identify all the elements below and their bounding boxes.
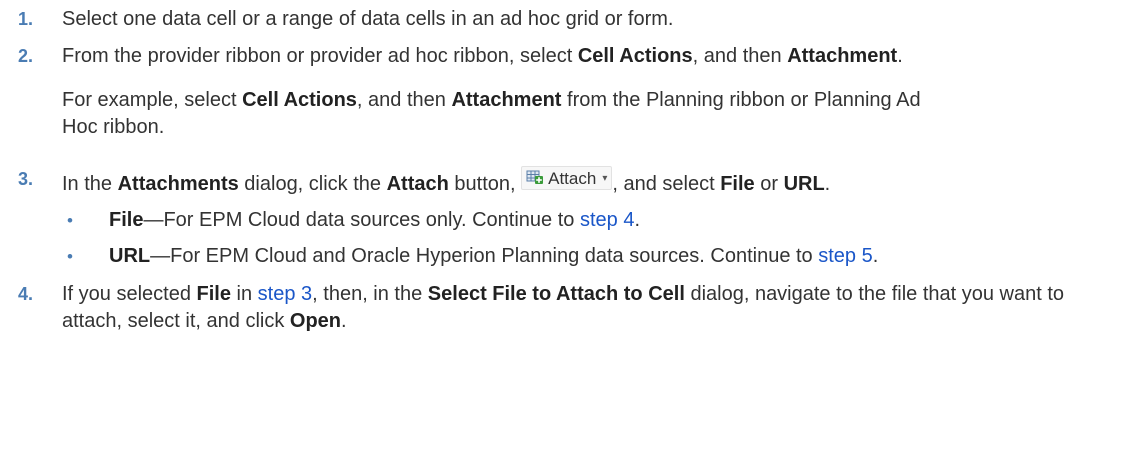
bold-term: Attachment bbox=[451, 89, 562, 111]
text-run: . bbox=[634, 209, 641, 231]
bullet-text: URL—For EPM Cloud and Oracle Hyperion Pl… bbox=[109, 245, 878, 267]
text-run: In the bbox=[62, 173, 118, 195]
bullet-marker: • bbox=[67, 247, 73, 266]
bold-term: File bbox=[109, 209, 144, 231]
document-page: 1. Select one data cell or a range of da… bbox=[0, 0, 1128, 470]
bold-term: URL bbox=[783, 173, 825, 195]
text-run: . bbox=[341, 310, 347, 332]
text-run: in bbox=[230, 283, 258, 305]
text-run: , then, in the bbox=[312, 283, 428, 305]
text-run: , and then bbox=[356, 89, 452, 111]
bold-term: Attachment bbox=[787, 45, 898, 67]
bold-term: URL bbox=[109, 245, 151, 267]
text-run: —For EPM Cloud data sources only. Contin… bbox=[143, 209, 580, 231]
step-1: 1. Select one data cell or a range of da… bbox=[0, 6, 1128, 33]
bold-term: Attach bbox=[386, 173, 449, 195]
step-note: For example, select Cell Actions, and th… bbox=[62, 87, 942, 141]
text-run: . bbox=[897, 45, 903, 67]
text-run: . bbox=[872, 245, 879, 267]
text-run: dialog, click the bbox=[238, 173, 387, 195]
step-text: If you selected File in step 3, then, in… bbox=[62, 281, 1112, 335]
text-run: —For EPM Cloud and Oracle Hyperion Plann… bbox=[150, 245, 819, 267]
text-run: , and then bbox=[692, 45, 788, 67]
text-run: , and select bbox=[612, 173, 721, 195]
step-number: 4. bbox=[18, 284, 34, 304]
bullet-list: • File—For EPM Cloud data sources only. … bbox=[62, 207, 1128, 270]
step-link[interactable]: step 3 bbox=[258, 283, 312, 305]
step-2: 2. From the provider ribbon or provider … bbox=[0, 43, 1128, 141]
step-number: 2. bbox=[18, 46, 34, 66]
text-run: From the provider ribbon or provider ad … bbox=[62, 45, 578, 67]
bold-term: File bbox=[720, 173, 755, 195]
text-run: or bbox=[754, 173, 784, 195]
step-link[interactable]: step 5 bbox=[818, 245, 872, 267]
text-run: For example, select bbox=[62, 89, 243, 111]
bullet-text: File—For EPM Cloud data sources only. Co… bbox=[109, 209, 640, 231]
step-4: 4. If you selected File in step 3, then,… bbox=[0, 281, 1128, 335]
text-run: Select one data cell or a range of data … bbox=[62, 8, 674, 30]
bold-term: Open bbox=[289, 310, 342, 332]
step-number: 1. bbox=[18, 9, 34, 29]
attach-button[interactable]: Attach ▾ bbox=[521, 165, 613, 192]
step-link[interactable]: step 4 bbox=[580, 209, 634, 231]
steps-list: 1. Select one data cell or a range of da… bbox=[0, 0, 1128, 332]
text-run: If you selected bbox=[62, 283, 197, 305]
bullet-item-file: • File—For EPM Cloud data sources only. … bbox=[62, 207, 1128, 234]
bold-term: Attachments bbox=[117, 173, 239, 195]
bold-term: Select File to Attach to Cell bbox=[427, 283, 685, 305]
attach-add-icon bbox=[526, 170, 544, 186]
bullet-marker: • bbox=[67, 211, 73, 230]
bullet-item-url: • URL—For EPM Cloud and Oracle Hyperion … bbox=[62, 243, 1119, 270]
step-text: In the Attachments dialog, click the Att… bbox=[62, 166, 1128, 198]
step-number: 3. bbox=[18, 169, 34, 189]
bold-term: Cell Actions bbox=[577, 45, 693, 67]
step-3: 3. In the Attachments dialog, click the … bbox=[0, 166, 1128, 270]
step-text: From the provider ribbon or provider ad … bbox=[62, 43, 932, 70]
text-run: button, bbox=[448, 173, 522, 195]
chevron-down-icon[interactable]: ▾ bbox=[602, 165, 607, 192]
bold-term: File bbox=[196, 283, 231, 305]
text-run: . bbox=[824, 173, 831, 195]
step-text: Select one data cell or a range of data … bbox=[62, 6, 1128, 33]
bold-term: Cell Actions bbox=[242, 89, 357, 111]
attach-button-label: Attach bbox=[548, 168, 597, 188]
